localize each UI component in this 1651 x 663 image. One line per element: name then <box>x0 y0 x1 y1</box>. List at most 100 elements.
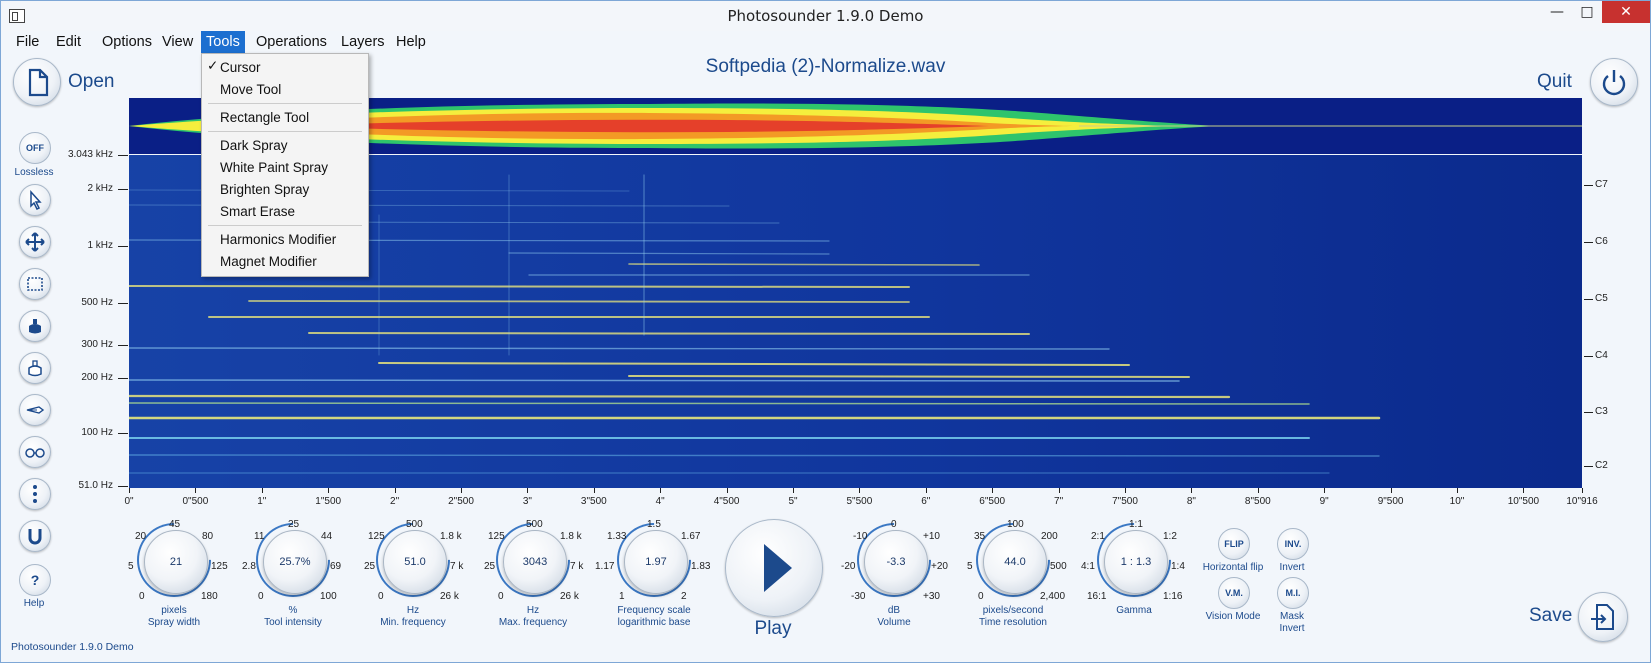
tool-intensity-knob[interactable]: 25.7% <box>263 530 327 594</box>
harmonics-icon <box>25 448 45 458</box>
time-tick <box>1324 488 1326 493</box>
time-tick <box>726 488 728 493</box>
knob-scale: 0 <box>978 591 984 602</box>
knob-scale: 2,400 <box>1040 591 1066 602</box>
menu-item-cursor[interactable]: Cursor <box>220 58 261 78</box>
menu-view[interactable]: View <box>157 31 198 53</box>
knob-scale: 200 <box>1041 531 1058 542</box>
menu-file[interactable]: File <box>11 31 44 53</box>
menu-edit[interactable]: Edit <box>51 31 86 53</box>
cursor-tool-button[interactable] <box>19 184 51 216</box>
menu-options[interactable]: Options <box>97 31 157 53</box>
gamma-knob[interactable]: 1 : 1.3 <box>1104 530 1168 594</box>
time-label: 1"500 <box>315 496 342 507</box>
white-spray-button[interactable] <box>19 352 51 384</box>
knob-scale: -30 <box>851 591 866 602</box>
knob-scale: 5 <box>128 561 134 572</box>
note-tick <box>1584 356 1593 357</box>
invert-label: Invert <box>1279 562 1305 573</box>
menu-item-harmonics-modifier[interactable]: Harmonics Modifier <box>220 230 336 250</box>
menu-item-smart-erase[interactable]: Smart Erase <box>220 202 295 222</box>
knob-scale: 26 k <box>560 591 579 602</box>
lossless-toggle[interactable]: OFF <box>19 132 51 164</box>
minimize-button[interactable]: — <box>1542 1 1572 23</box>
time-tick <box>527 488 529 493</box>
menu-layers[interactable]: Layers <box>336 31 390 53</box>
knob-scale: +10 <box>923 531 940 542</box>
knob-scale: 2.8 <box>242 561 256 572</box>
help-button[interactable]: ? <box>19 564 51 596</box>
menu-item-brighten-spray[interactable]: Brighten Spray <box>220 180 309 200</box>
lossless-label: Lossless <box>14 167 54 178</box>
time-label: 2"500 <box>448 496 474 507</box>
mask-invert-button[interactable]: M.I. <box>1277 577 1309 609</box>
knob-unit: Gamma <box>1116 605 1152 616</box>
knob-scale: 20 <box>135 531 147 542</box>
invert-button[interactable]: INV. <box>1277 528 1309 560</box>
move-tool-button[interactable] <box>19 226 51 258</box>
time-label: 6"500 <box>979 496 1006 507</box>
frequency-scale-knob[interactable]: 1.97 <box>624 530 688 594</box>
gamma-knob-group: 1 : 1.3 2:1 1:1 1:2 4:1 1:4 16:1 1:16 Ga… <box>1079 507 1189 627</box>
time-label: 6" <box>921 496 931 507</box>
knob-scale: 100 <box>320 591 337 602</box>
dark-spray-button[interactable] <box>19 310 51 342</box>
time-tick <box>1058 488 1060 493</box>
freq-tick <box>118 189 128 190</box>
knob-scale: 25 <box>484 561 496 572</box>
max-frequency-knob-group: 3043 125 500 1.8 k 25 7 k 0 26 k Hz Max.… <box>478 507 588 628</box>
help-label: Help <box>23 598 45 609</box>
harmonics-modifier-button[interactable] <box>19 436 51 468</box>
knob-unit: dB <box>887 605 901 616</box>
rectangle-tool-button[interactable] <box>19 268 51 300</box>
save-button[interactable] <box>1578 592 1628 642</box>
knob-label: Tool intensity <box>264 617 322 628</box>
time-tick <box>1390 488 1392 493</box>
time-tick <box>859 488 861 493</box>
knob-scale: 11 <box>254 531 265 542</box>
knob-scale: 180 <box>201 591 218 602</box>
menu-tools[interactable]: Tools <box>201 31 245 53</box>
note-label: C3 <box>1595 406 1608 417</box>
maximize-button[interactable]: □ <box>1572 1 1602 23</box>
time-label: 7"500 <box>1112 496 1138 507</box>
menu-operations[interactable]: Operations <box>251 31 332 53</box>
freq-label: 1 kHz <box>87 240 113 251</box>
knob-scale: 16:1 <box>1087 591 1107 602</box>
time-tick <box>1191 488 1193 493</box>
volume-knob[interactable]: -3.3 <box>864 530 928 594</box>
menu-item-dark-spray[interactable]: Dark Spray <box>220 136 288 156</box>
time-resolution-knob[interactable]: 44.0 <box>983 530 1047 594</box>
menu-help[interactable]: Help <box>391 31 431 53</box>
status-bar-text: Photosounder 1.9.0 Demo <box>11 641 134 653</box>
quit-button[interactable] <box>1590 58 1638 106</box>
max-frequency-knob[interactable]: 3043 <box>503 530 567 594</box>
quit-label[interactable]: Quit <box>1537 71 1572 93</box>
menu-item-white-paint-spray[interactable]: White Paint Spray <box>220 158 328 178</box>
knob-scale: 1:1 <box>1129 519 1143 530</box>
brighten-spray-button[interactable] <box>19 394 51 426</box>
min-frequency-knob[interactable]: 51.0 <box>383 530 447 594</box>
freq-tick <box>118 486 128 487</box>
vision-mode-button[interactable]: V.M. <box>1218 577 1250 609</box>
knob-scale: 0 <box>378 591 384 602</box>
knob-scale: 500 <box>526 519 543 530</box>
vertical-dots-button[interactable] <box>19 478 51 510</box>
knob-scale: 7 k <box>570 561 584 572</box>
spray-width-knob[interactable]: 21 <box>144 530 208 594</box>
magnet-icon <box>28 529 42 545</box>
menu-item-magnet-modifier[interactable]: Magnet Modifier <box>220 252 317 272</box>
close-button[interactable]: ✕ <box>1602 1 1650 23</box>
menu-item-rectangle-tool[interactable]: Rectangle Tool <box>220 108 309 128</box>
play-button[interactable] <box>725 519 823 617</box>
time-label: 10"916 <box>1566 496 1598 507</box>
save-label[interactable]: Save <box>1529 605 1572 627</box>
power-icon <box>1602 70 1626 96</box>
time-tick <box>925 488 927 493</box>
magnet-modifier-button[interactable] <box>19 520 51 552</box>
white-spray-icon <box>28 360 42 377</box>
knob-unit: Frequency scale <box>617 605 691 616</box>
freq-tick <box>118 433 128 434</box>
horizontal-flip-button[interactable]: FLIP <box>1218 528 1250 560</box>
menu-item-move-tool[interactable]: Move Tool <box>220 80 281 100</box>
